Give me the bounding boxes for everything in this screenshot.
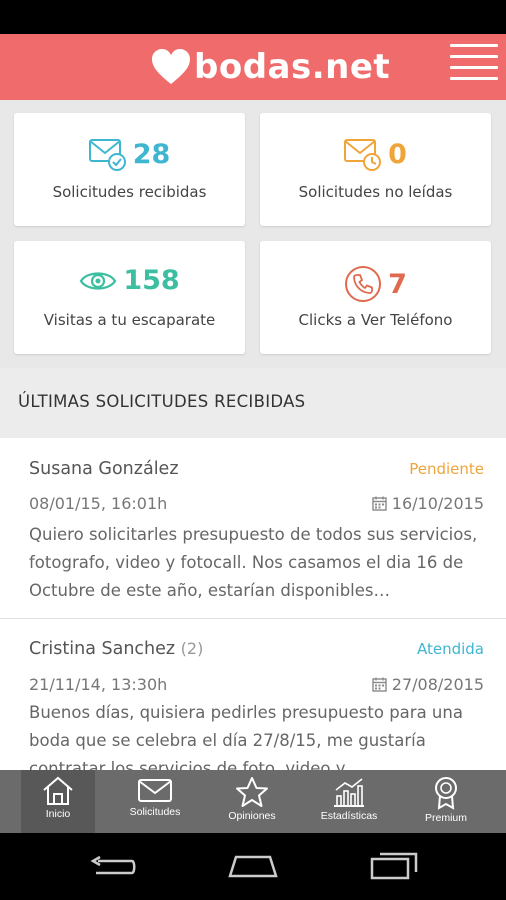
event-date: 16/10/2015	[372, 494, 484, 513]
calendar-icon	[372, 677, 387, 692]
heart-icon	[152, 49, 190, 84]
stat-value: 28	[132, 138, 171, 170]
brand-name: bodas.net	[194, 47, 391, 87]
requests-list: Susana González Pendiente 08/01/15, 16:0…	[0, 438, 506, 770]
received-date: 08/01/15, 16:01h	[29, 494, 168, 513]
bottom-tab-bar: Inicio Solicitudes Opiniones Estadística…	[0, 770, 506, 833]
request-message: Buenos días, quisiera pedirles presupues…	[29, 703, 463, 770]
menu-line	[450, 55, 498, 58]
requester-name: Susana González	[29, 459, 179, 479]
tab-label: Inicio	[45, 808, 71, 820]
stat-card-unread-requests[interactable]: 0 Solicitudes no leídas	[260, 113, 491, 226]
star-icon	[236, 777, 268, 807]
request-message: Quiero solicitarles presupuesto de todos…	[29, 525, 478, 600]
android-nav-bar	[0, 833, 506, 900]
home-icon	[43, 776, 73, 805]
recents-icon[interactable]	[370, 851, 420, 881]
envelope-icon	[138, 779, 172, 802]
tab-label: Estadísticas	[320, 810, 378, 822]
stat-label: Visitas a tu escaparate	[43, 311, 216, 329]
status-badge: Atendida	[416, 640, 484, 658]
received-date: 21/11/14, 13:30h	[29, 675, 168, 694]
stat-card-requests-received[interactable]: 28 Solicitudes recibidas	[14, 113, 245, 226]
message-count: (2)	[180, 639, 204, 658]
menu-line	[450, 77, 498, 80]
envelope-check-icon	[88, 139, 126, 171]
tab-label: Solicitudes	[129, 806, 181, 818]
calendar-icon	[372, 496, 387, 511]
app-header: bodas.net	[0, 34, 506, 100]
menu-line	[450, 66, 498, 69]
request-item[interactable]: Susana González Pendiente 08/01/15, 16:0…	[0, 438, 506, 618]
status-badge: Pendiente	[409, 460, 484, 478]
status-bar	[0, 0, 506, 34]
back-icon[interactable]	[88, 855, 136, 879]
stat-label: Solicitudes recibidas	[52, 183, 207, 201]
menu-line	[450, 44, 498, 47]
hamburger-menu-button[interactable]	[450, 44, 498, 80]
stat-card-phone-clicks[interactable]: 7 Clicks a Ver Teléfono	[260, 241, 491, 354]
chart-icon	[334, 778, 364, 807]
stat-label: Solicitudes no leídas	[298, 183, 453, 201]
bodas-logo[interactable]: bodas.net	[150, 42, 390, 92]
request-item[interactable]: Cristina Sanchez (2) Atendida 21/11/14, …	[0, 619, 506, 770]
stat-label: Clicks a Ver Teléfono	[298, 311, 453, 329]
section-header: ÚLTIMAS SOLICITUDES RECIBIDAS	[0, 368, 506, 438]
stat-card-storefront-visits[interactable]: 158 Visitas a tu escaparate	[14, 241, 245, 354]
event-date: 27/08/2015	[372, 675, 484, 694]
tab-label: Opiniones	[228, 810, 276, 822]
requester-name: Cristina Sanchez (2)	[29, 639, 204, 659]
tab-solicitudes[interactable]: Solicitudes	[118, 770, 192, 833]
tab-premium[interactable]: Premium	[409, 770, 483, 833]
tab-label: Premium	[424, 812, 467, 824]
phone-icon	[345, 266, 382, 302]
envelope-clock-icon	[344, 139, 382, 171]
dashboard-content: 28 Solicitudes recibidas 0 Solicitudes n…	[0, 100, 506, 770]
eye-icon	[80, 271, 117, 290]
tab-opiniones[interactable]: Opiniones	[215, 770, 289, 833]
home-nav-icon[interactable]	[226, 853, 280, 879]
tab-estadisticas[interactable]: Estadísticas	[310, 770, 388, 833]
tab-inicio[interactable]: Inicio	[21, 770, 95, 833]
ribbon-icon	[435, 777, 457, 810]
stat-value: 7	[388, 268, 407, 300]
stat-value: 0	[388, 138, 407, 170]
section-title: ÚLTIMAS SOLICITUDES RECIBIDAS	[18, 392, 306, 411]
stat-value: 158	[123, 265, 180, 296]
